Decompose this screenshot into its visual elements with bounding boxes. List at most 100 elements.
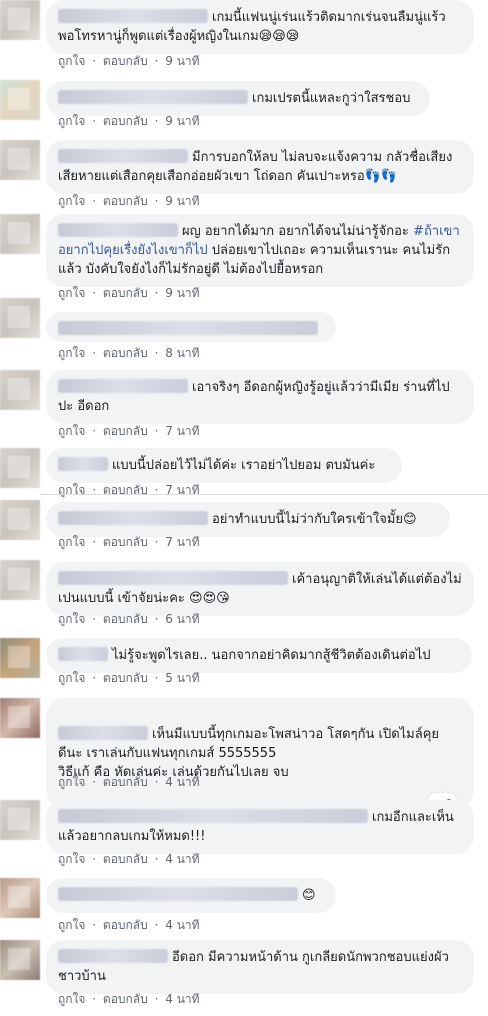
comment-actions: ถูกใจ · ตอบกลับ · 9 นาที xyxy=(58,286,200,300)
timestamp[interactable]: 4 นาที xyxy=(165,852,199,866)
comment-bubble: มีการบอกให้ลบ ไม่ลบจะแจ้งความ กลัวชื่อเส… xyxy=(46,140,474,194)
like-link[interactable]: ถูกใจ xyxy=(58,54,85,68)
like-link[interactable]: ถูกใจ xyxy=(58,194,85,208)
comment-bubble: 😊 xyxy=(46,878,336,913)
comment-actions: ถูกใจ · ตอบกลับ · 8 นาที xyxy=(58,346,200,360)
timestamp[interactable]: 4 นาที xyxy=(165,992,199,1006)
avatar[interactable] xyxy=(0,140,40,180)
timestamp[interactable]: 5 นาที xyxy=(165,671,199,685)
commenter-name[interactable] xyxy=(58,571,288,585)
like-link[interactable]: ถูกใจ xyxy=(58,114,85,128)
comment-bubble: ผญ อยากได้มาก อยากได้จนไม่น่ารู้จักอะ #ถ… xyxy=(46,214,474,287)
comment-actions: ถูกใจ · ตอบกลับ · 5 นาที xyxy=(58,671,200,685)
comment-text: 😊 xyxy=(302,888,316,903)
reply-link[interactable]: ตอบกลับ xyxy=(103,992,148,1006)
commenter-name[interactable] xyxy=(58,149,188,163)
avatar[interactable] xyxy=(0,560,40,600)
timestamp[interactable]: 4 นาที xyxy=(165,775,199,789)
comment-actions: ถูกใจ · ตอบกลับ · 7 นาที xyxy=(58,535,200,549)
like-link[interactable]: ถูกใจ xyxy=(58,671,85,685)
avatar[interactable] xyxy=(0,500,40,540)
divider xyxy=(40,494,488,495)
avatar[interactable] xyxy=(0,298,40,338)
timestamp[interactable]: 9 นาที xyxy=(165,114,199,128)
comment-actions: ถูกใจ · ตอบกลับ · 9 นาที xyxy=(58,194,200,208)
comment-bubble: แบบนี้ปล่อยไว้ไม่ได้ค่ะ เราอย่าไปยอม ตบม… xyxy=(46,448,402,483)
like-link[interactable]: ถูกใจ xyxy=(58,535,85,549)
timestamp[interactable]: 9 นาที xyxy=(165,286,199,300)
commenter-name[interactable] xyxy=(58,949,168,963)
reply-link[interactable]: ตอบกลับ xyxy=(103,194,148,208)
comment-text: อย่าทำแบบนี้ไม่ว่ากับใครเข้าใจมั้ย😊 xyxy=(212,512,417,527)
comment-actions: ถูกใจ · ตอบกลับ · 7 นาที xyxy=(58,424,200,438)
commenter-name[interactable] xyxy=(58,379,188,393)
comment-actions: ถูกใจ · ตอบกลับ · 4 นาที xyxy=(58,918,200,932)
avatar[interactable] xyxy=(0,800,40,840)
comment-text: ผญ อยากได้มาก อยากได้จนไม่น่ารู้จักอะ xyxy=(182,224,414,239)
commenter-name[interactable] xyxy=(58,223,178,237)
avatar[interactable] xyxy=(0,370,40,410)
comment-text: แบบนี้ปล่อยไว้ไม่ได้ค่ะ เราอย่าไปยอม ตบม… xyxy=(112,458,376,473)
comment-actions: ถูกใจ · ตอบกลับ · 4 นาที xyxy=(58,775,200,789)
commenter-name[interactable] xyxy=(58,511,208,525)
comment-bubble: เกมอีกและเห็นแล้วอยากลบเกมให้หมด!!! xyxy=(46,800,474,854)
timestamp[interactable]: 6 นาที xyxy=(165,612,199,626)
comment-bubble: อีดอก มีความหน้าด้าน กูเกลียดนักพวกชอบแย… xyxy=(46,940,474,994)
like-link[interactable]: ถูกใจ xyxy=(58,424,85,438)
timestamp[interactable]: 7 นาที xyxy=(165,535,199,549)
reply-link[interactable]: ตอบกลับ xyxy=(103,114,148,128)
comment-text: ไม่รู้จะพูดไรเลย.. นอกจากอย่าคิดมากสู้ชี… xyxy=(112,648,431,663)
avatar[interactable] xyxy=(0,878,40,918)
comment-bubble: เอาจริงๆ อีดอกผู้หญิงรู้อยู่แล้วว่ามีเมี… xyxy=(46,370,474,424)
avatar[interactable] xyxy=(0,214,40,254)
comment-actions: ถูกใจ · ตอบกลับ · 4 นาที xyxy=(58,852,200,866)
comment-text: เกมเปรตนี้แหละกูว่าใสรชอบ xyxy=(252,91,411,106)
like-link[interactable]: ถูกใจ xyxy=(58,286,85,300)
reply-link[interactable]: ตอบกลับ xyxy=(103,346,148,360)
reply-link[interactable]: ตอบกลับ xyxy=(103,852,148,866)
avatar[interactable] xyxy=(0,638,40,678)
avatar[interactable] xyxy=(0,0,40,40)
comment-bubble: เห็นมีแบบนี้ทุกเกมอะโพสน่าวอ โสดๆกัน เปิ… xyxy=(46,698,474,815)
comment-actions: ถูกใจ · ตอบกลับ · 9 นาที xyxy=(58,54,200,68)
timestamp[interactable]: 8 นาที xyxy=(165,346,199,360)
comment-bubble xyxy=(46,312,336,342)
comment-bubble: เค้าอนุญาติให้เล่นได้แต่ต้องไม่เปนแบบนี้… xyxy=(46,562,474,616)
comment-bubble: ไม่รู้จะพูดไรเลย.. นอกจากอย่าคิดมากสู้ชี… xyxy=(46,638,472,673)
timestamp[interactable]: 9 นาที xyxy=(165,194,199,208)
commenter-name[interactable] xyxy=(58,809,368,823)
comment-bubble: เกมเปรตนี้แหละกูว่าใสรชอบ xyxy=(46,81,430,116)
reply-link[interactable]: ตอบกลับ xyxy=(103,286,148,300)
commenter-name[interactable] xyxy=(58,726,148,740)
reply-link[interactable]: ตอบกลับ xyxy=(103,424,148,438)
comment-actions: ถูกใจ · ตอบกลับ · 7 นาที xyxy=(58,483,200,497)
avatar[interactable] xyxy=(0,448,40,488)
commenter-name[interactable] xyxy=(58,9,208,23)
like-link[interactable]: ถูกใจ xyxy=(58,918,85,932)
timestamp[interactable]: 7 นาที xyxy=(165,424,199,438)
comment-actions: ถูกใจ · ตอบกลับ · 6 นาที xyxy=(58,612,200,626)
reply-link[interactable]: ตอบกลับ xyxy=(103,535,148,549)
comment-bubble: อย่าทำแบบนี้ไม่ว่ากับใครเข้าใจมั้ย😊 xyxy=(46,502,450,537)
reply-link[interactable]: ตอบกลับ xyxy=(103,612,148,626)
avatar[interactable] xyxy=(0,940,40,980)
commenter-name[interactable] xyxy=(58,90,248,104)
reply-link[interactable]: ตอบกลับ xyxy=(103,918,148,932)
like-link[interactable]: ถูกใจ xyxy=(58,852,85,866)
like-link[interactable]: ถูกใจ xyxy=(58,775,85,789)
like-link[interactable]: ถูกใจ xyxy=(58,612,85,626)
like-link[interactable]: ถูกใจ xyxy=(58,992,85,1006)
avatar[interactable] xyxy=(0,698,40,738)
commenter-name[interactable] xyxy=(58,887,298,901)
commenter-name[interactable] xyxy=(58,321,318,335)
reply-link[interactable]: ตอบกลับ xyxy=(103,671,148,685)
like-link[interactable]: ถูกใจ xyxy=(58,346,85,360)
avatar[interactable] xyxy=(0,80,40,120)
timestamp[interactable]: 4 นาที xyxy=(165,918,199,932)
comment-actions: ถูกใจ · ตอบกลับ · 4 นาที xyxy=(58,992,200,1006)
commenter-name[interactable] xyxy=(58,457,108,471)
timestamp[interactable]: 9 นาที xyxy=(165,54,199,68)
reply-link[interactable]: ตอบกลับ xyxy=(103,54,148,68)
commenter-name[interactable] xyxy=(58,647,108,661)
reply-link[interactable]: ตอบกลับ xyxy=(103,775,148,789)
